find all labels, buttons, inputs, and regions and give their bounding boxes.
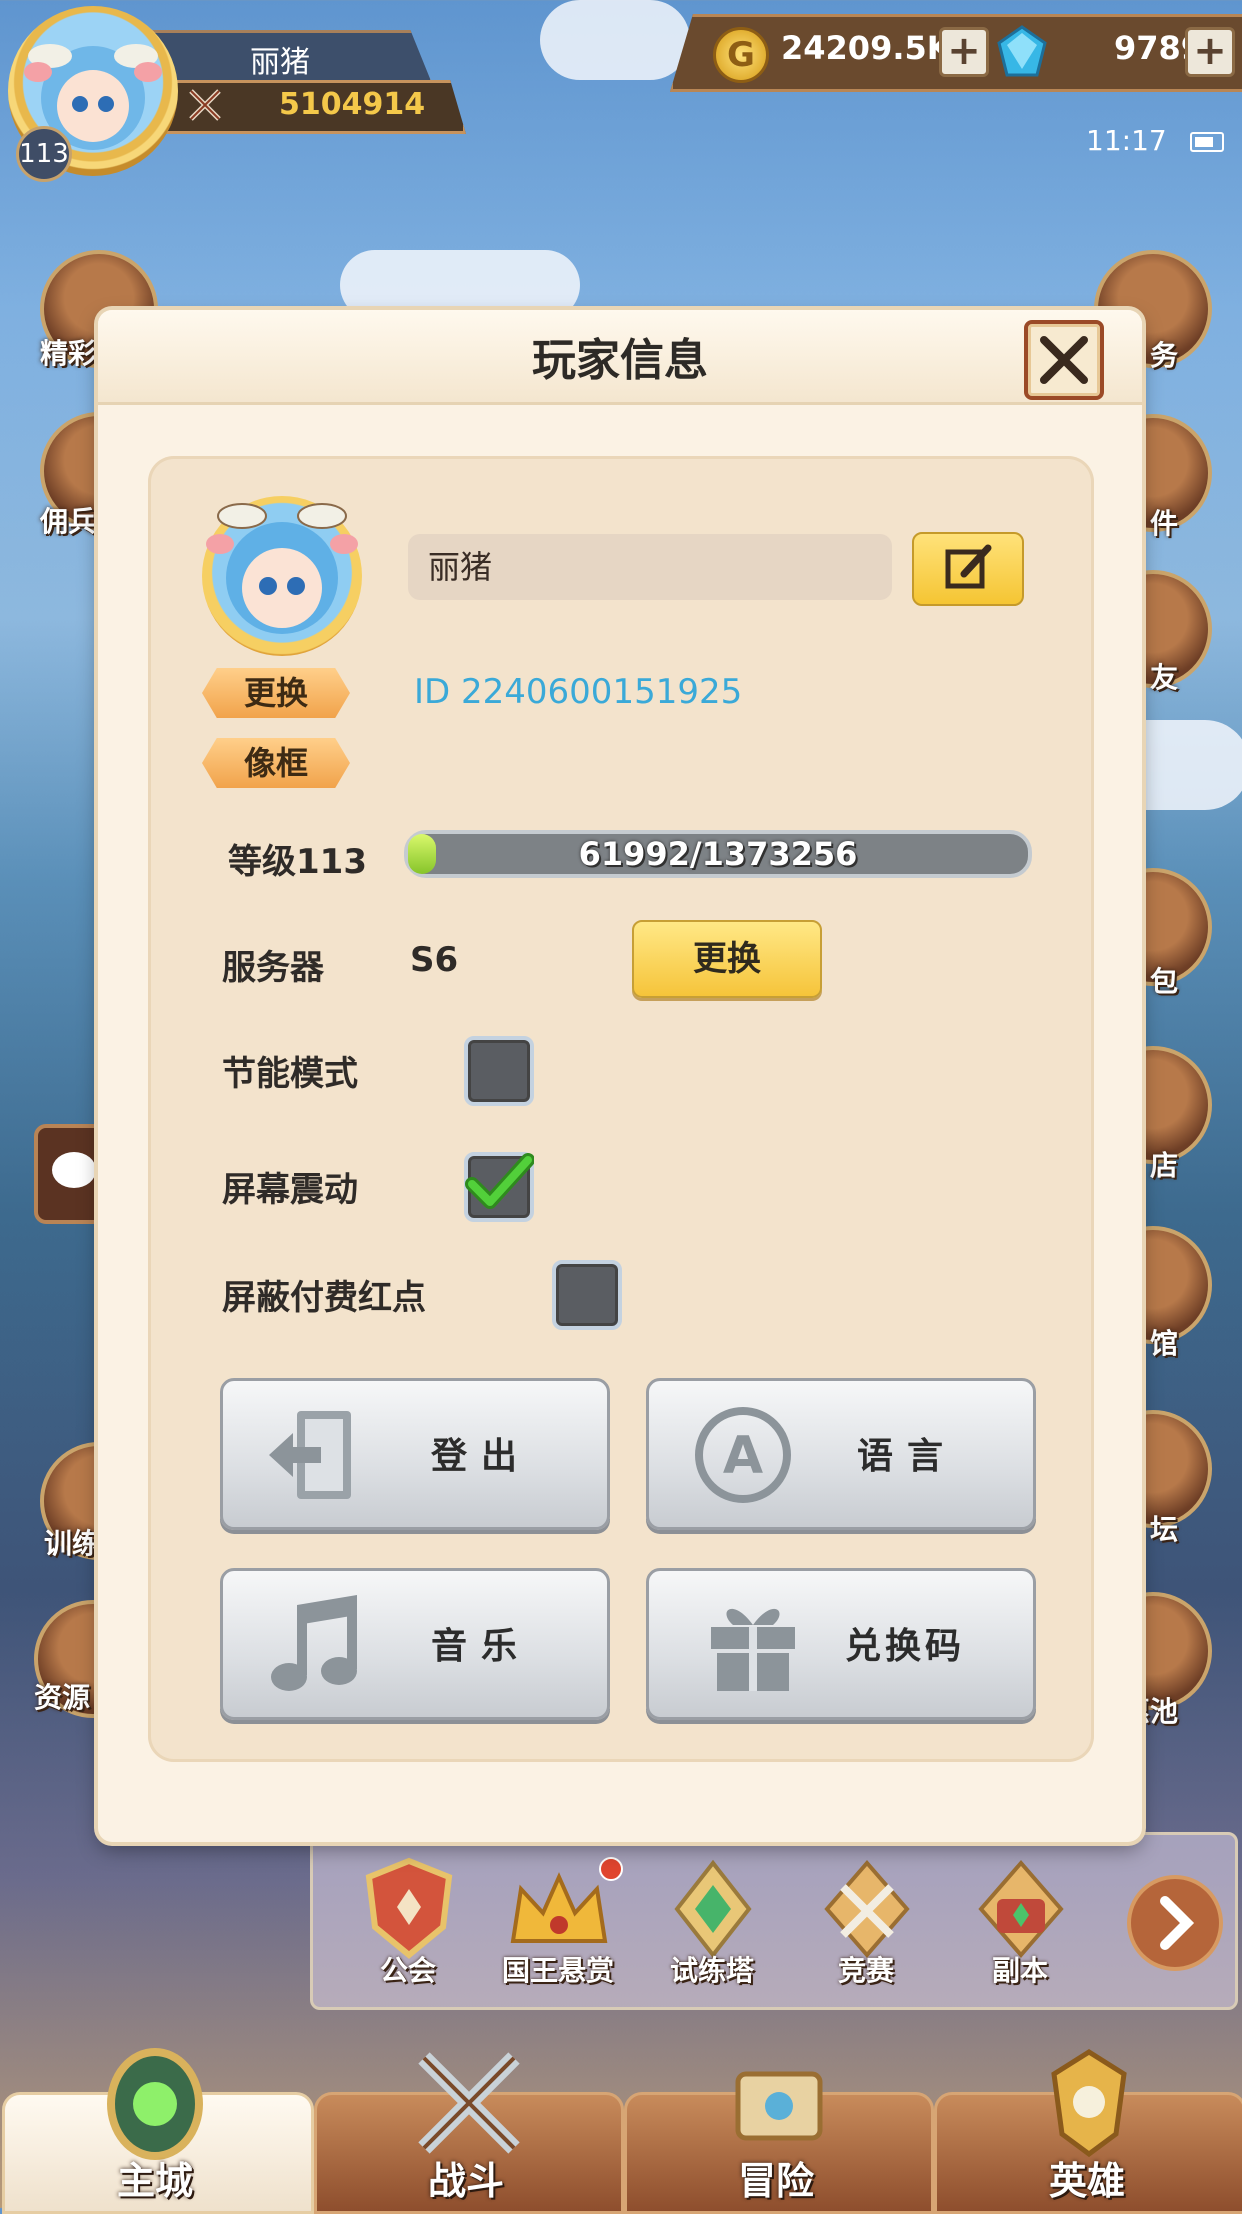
player-info-dialog: 玩家信息 更换 像框 丽猪 ID 2240600151925 等级113 619… — [98, 310, 1142, 1842]
edit-name-button[interactable] — [912, 532, 1024, 606]
redeem-code-button[interactable]: 兑换码 — [646, 1568, 1036, 1720]
side-label-altar: 坛 — [1150, 1513, 1179, 1546]
add-gems-button[interactable]: + — [1185, 27, 1235, 77]
power-plate: 5104914 — [150, 80, 466, 134]
dialog-title: 玩家信息 — [532, 335, 708, 386]
gift-icon — [711, 1608, 795, 1691]
scroll-map-icon — [714, 2044, 844, 2164]
tab-label-heroes: 英雄 — [1048, 2159, 1125, 2203]
level-label: 等级113 — [228, 842, 367, 882]
hide-paid-dots-checkbox[interactable] — [552, 1260, 622, 1330]
screen-shake-checkbox[interactable] — [464, 1152, 534, 1222]
xp-bar: 61992/1373256 — [404, 830, 1032, 878]
hero-emblem-icon — [1024, 2044, 1154, 2164]
power-save-checkbox[interactable] — [464, 1036, 534, 1106]
player-level-badge: 113 — [16, 126, 72, 182]
close-icon — [1040, 336, 1088, 384]
language-label: 语言 — [857, 1436, 958, 1477]
option-label-power-save: 节能模式 — [222, 1054, 358, 1094]
close-button[interactable] — [1024, 320, 1104, 400]
gold-coin-icon: G — [713, 27, 769, 83]
music-label: 音乐 — [431, 1626, 532, 1667]
server-value: S6 — [410, 940, 459, 980]
edit-icon — [945, 544, 992, 589]
side-label-friends: 友 — [1150, 661, 1179, 694]
feature-label-trial-tower: 试练塔 — [669, 1954, 754, 1987]
avatar-frame-button[interactable]: 像框 — [202, 738, 350, 788]
bottom-tab-bar: 主城 战斗 冒险 英雄 — [0, 2048, 1242, 2214]
currency-panel: G 24209.5K + 9789 + — [670, 14, 1242, 92]
side-label-hall: 馆 — [1150, 1327, 1179, 1360]
side-label-mercenary: 佣兵 — [40, 505, 97, 538]
language-icon: A — [695, 1407, 791, 1503]
option-label-hide-paid-dots: 屏蔽付费红点 — [222, 1278, 426, 1318]
feature-label-bounty: 国王悬赏 — [501, 1954, 614, 1987]
side-label-shop: 店 — [1150, 1149, 1179, 1182]
music-button[interactable]: 音乐 — [220, 1568, 610, 1720]
side-label-resources: 资源 — [34, 1681, 91, 1714]
player-info-panel: 更换 像框 丽猪 ID 2240600151925 等级113 61992/13… — [148, 456, 1094, 1762]
chat-bubble-icon — [52, 1152, 96, 1188]
power-value: 5104914 — [279, 87, 426, 122]
gem-icon — [995, 25, 1049, 79]
feature-label-guild: 公会 — [379, 1954, 436, 1987]
server-label: 服务器 — [222, 948, 324, 988]
chevron-right-icon — [1160, 1896, 1195, 1950]
xp-text: 61992/1373256 — [578, 835, 858, 873]
clock: 11:17 — [1086, 124, 1167, 157]
change-avatar-button[interactable]: 更换 — [202, 668, 350, 718]
next-arrow-button[interactable] — [1127, 1875, 1223, 1971]
side-label-mail: 件 — [1150, 507, 1179, 540]
logout-label: 登出 — [431, 1436, 532, 1477]
side-label-training: 训练 — [44, 1527, 101, 1560]
change-server-button[interactable]: 更换 — [632, 920, 822, 998]
player-id: ID 2240600151925 — [414, 672, 743, 712]
feature-label-contest: 竞赛 — [837, 1954, 894, 1987]
background-cloud — [540, 0, 690, 80]
notification-dot — [599, 1857, 623, 1881]
battery-icon — [1190, 132, 1224, 152]
checkmark-icon — [465, 1153, 534, 1209]
logout-icon — [269, 1411, 351, 1499]
tab-label-main-city: 主城 — [116, 2159, 193, 2203]
tab-label-adventure: 冒险 — [737, 2159, 814, 2203]
redeem-code-label: 兑换码 — [845, 1626, 966, 1667]
option-label-screen-shake: 屏幕震动 — [222, 1170, 358, 1210]
add-gold-button[interactable]: + — [939, 27, 989, 77]
gold-amount: 24209.5K — [781, 29, 952, 67]
feature-label-dungeon: 副本 — [991, 1954, 1048, 1987]
player-name: 丽猪 — [250, 45, 310, 80]
feature-strip: 公会 国王悬赏 试练塔 竞赛 副本 — [310, 1832, 1238, 2010]
player-name-field[interactable]: 丽猪 — [408, 534, 892, 600]
side-label-bag: 包 — [1150, 965, 1179, 998]
side-label-events: 精彩 — [40, 337, 97, 370]
logout-button[interactable]: 登出 — [220, 1378, 610, 1530]
svg-text:A: A — [723, 1426, 763, 1486]
language-button[interactable]: A 语言 — [646, 1378, 1036, 1530]
music-note-icon — [271, 1595, 357, 1691]
player-name-plate: 丽猪 — [150, 30, 433, 86]
portal-icon — [90, 2044, 220, 2164]
swords-icon — [404, 2044, 534, 2164]
profile-avatar[interactable] — [202, 496, 362, 656]
side-label-quests: 务 — [1150, 339, 1179, 372]
tab-label-battle: 战斗 — [427, 2159, 504, 2203]
crossed-swords-icon — [187, 87, 223, 123]
